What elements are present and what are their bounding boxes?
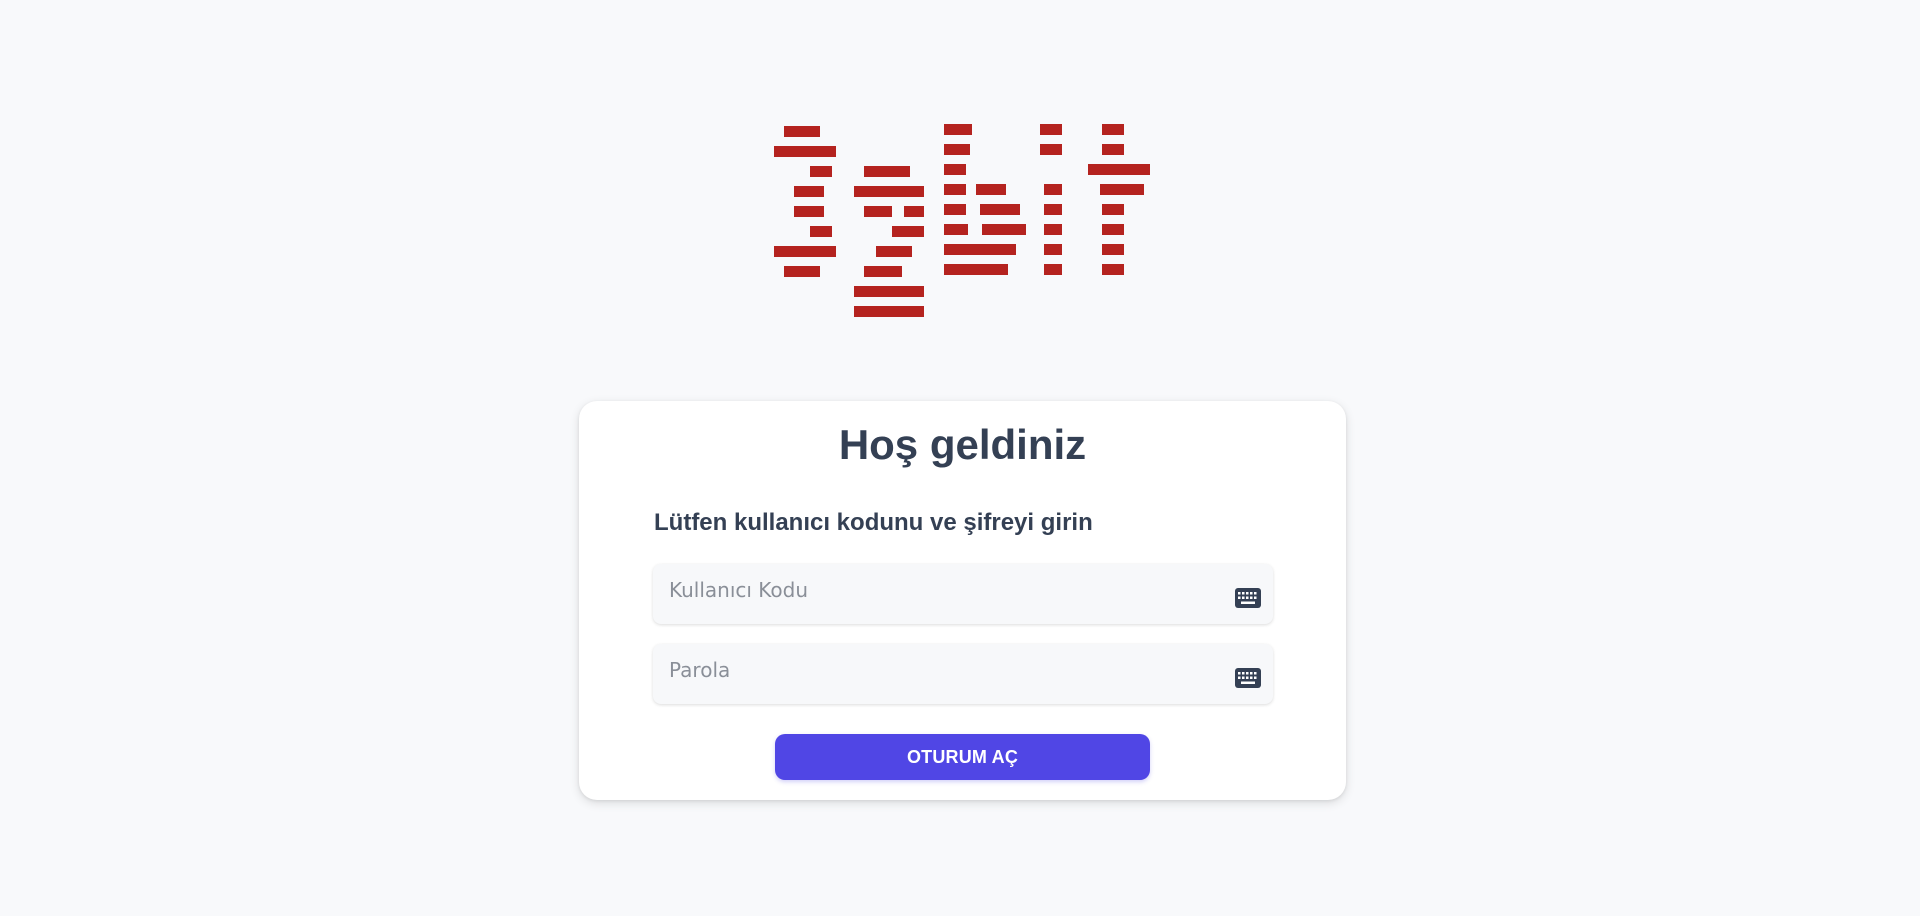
logo-brick xyxy=(1044,224,1062,235)
izbit-logo xyxy=(774,124,1150,317)
logo-brick xyxy=(944,184,966,195)
logo-brick xyxy=(944,264,1008,275)
logo-brick xyxy=(982,224,1026,235)
logo-brick xyxy=(1044,204,1062,215)
logo-brick xyxy=(1102,204,1124,215)
username-field xyxy=(653,564,1273,624)
login-instructions: Lütfen kullanıcı kodunu ve şifreyi girin xyxy=(654,509,1093,536)
logo-brick xyxy=(1102,124,1124,135)
password-field xyxy=(653,644,1273,704)
logo-brick xyxy=(1040,124,1062,135)
logo-brick xyxy=(774,146,836,157)
logo-brick xyxy=(810,226,832,237)
logo-brick xyxy=(864,206,892,217)
logo-brick xyxy=(944,224,968,235)
logo-brick xyxy=(854,186,924,197)
logo-brick xyxy=(854,306,924,317)
logo-brick xyxy=(1044,264,1062,275)
logo-brick xyxy=(904,206,924,217)
logo-brick xyxy=(794,206,824,217)
logo-brick xyxy=(1102,264,1124,275)
username-input[interactable] xyxy=(653,564,1213,624)
logo-brick xyxy=(784,266,820,277)
logo-brick xyxy=(1044,184,1062,195)
logo-brick xyxy=(1102,144,1124,155)
logo-brick xyxy=(774,246,836,257)
logo-brick xyxy=(794,186,824,197)
logo-brick xyxy=(1088,164,1150,175)
keyboard-icon[interactable] xyxy=(1235,588,1261,608)
logo-brick xyxy=(1040,144,1062,155)
logo-brick xyxy=(784,126,820,137)
logo-brick xyxy=(864,166,910,177)
logo-brick xyxy=(1102,224,1124,235)
keyboard-icon[interactable] xyxy=(1235,668,1261,688)
logo-brick xyxy=(854,286,924,297)
logo-brick xyxy=(944,144,970,155)
logo-brick xyxy=(864,266,902,277)
login-button[interactable]: OTURUM AÇ xyxy=(775,734,1150,780)
logo-brick xyxy=(1102,244,1124,255)
logo-brick xyxy=(892,226,924,237)
logo-brick xyxy=(944,204,966,215)
logo-brick xyxy=(980,204,1020,215)
login-card: Hoş geldiniz Lütfen kullanıcı kodunu ve … xyxy=(579,401,1346,800)
password-input[interactable] xyxy=(653,644,1213,704)
logo-brick xyxy=(1044,244,1062,255)
logo-brick xyxy=(1100,184,1144,195)
logo-brick xyxy=(876,246,912,257)
logo-area xyxy=(0,0,1920,330)
logo-brick xyxy=(976,184,1006,195)
logo-brick xyxy=(944,124,972,135)
logo-brick xyxy=(810,166,832,177)
page-title: Hoş geldiniz xyxy=(838,421,1087,468)
logo-brick xyxy=(944,244,1016,255)
logo-brick xyxy=(944,164,966,175)
